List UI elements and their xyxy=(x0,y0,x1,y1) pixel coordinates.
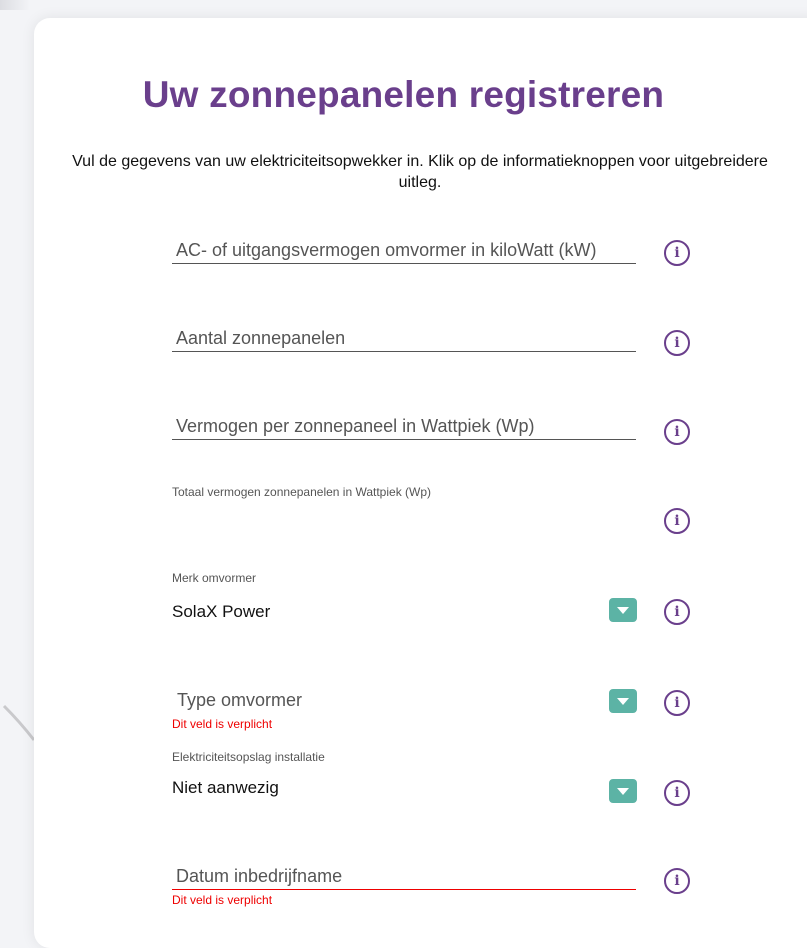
inverter-type-info-icon[interactable]: i xyxy=(664,690,690,716)
power-per-panel-info-icon[interactable]: i xyxy=(664,419,690,445)
inverter-brand-label: Merk omvormer xyxy=(172,571,257,585)
inverter-type-select[interactable]: Type omvormer xyxy=(177,690,302,711)
inverter-type-error: Dit veld is verplicht xyxy=(172,717,273,731)
panel-count-info-icon[interactable]: i xyxy=(664,330,690,356)
total-power-label: Totaal vermogen zonnepanelen in Wattpiek… xyxy=(172,485,432,499)
commission-date-info-icon[interactable]: i xyxy=(664,868,690,894)
commission-date-input[interactable] xyxy=(172,864,636,890)
ac-power-input[interactable] xyxy=(172,238,636,264)
total-power-info-icon[interactable]: i xyxy=(664,508,690,534)
ac-power-info-icon[interactable]: i xyxy=(664,240,690,266)
background-corner xyxy=(0,0,30,10)
inverter-brand-select[interactable]: SolaX Power xyxy=(172,602,270,622)
commission-date-error: Dit veld is verplicht xyxy=(172,893,273,907)
storage-info-icon[interactable]: i xyxy=(664,780,690,806)
power-per-panel-input[interactable] xyxy=(172,414,636,440)
storage-dropdown-button[interactable] xyxy=(609,779,637,803)
inverter-brand-dropdown-button[interactable] xyxy=(609,598,637,622)
panel-count-input[interactable] xyxy=(172,326,636,352)
page-title: Uw zonnepanelen registreren xyxy=(142,74,665,115)
inverter-type-dropdown-button[interactable] xyxy=(609,689,637,713)
intro-text: Vul de gegevens van uw elektriciteitsopw… xyxy=(72,153,768,191)
inverter-brand-info-icon[interactable]: i xyxy=(664,599,690,625)
storage-select[interactable]: Niet aanwezig xyxy=(172,778,279,798)
storage-label: Elektriciteitsopslag installatie xyxy=(172,750,325,764)
